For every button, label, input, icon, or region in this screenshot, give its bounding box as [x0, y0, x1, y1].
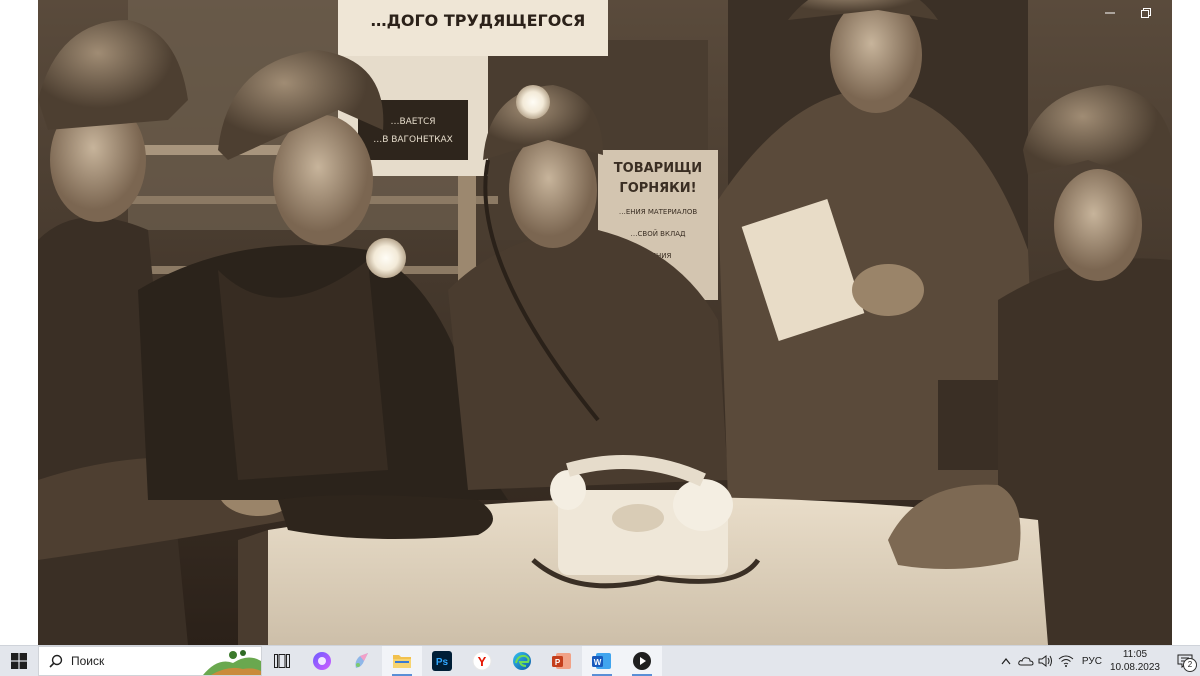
powerpoint-icon: P [552, 653, 571, 669]
taskbar: Поиск Ps Y P W РУС 11:05 10.08.2023 2 [0, 645, 1200, 676]
restore-icon [1141, 8, 1151, 18]
taskbar-app-yandex-browser[interactable]: Y [462, 646, 502, 676]
taskbar-clock[interactable]: 11:05 10.08.2023 [1110, 648, 1160, 674]
taskbar-app-edge[interactable] [502, 646, 542, 676]
search-icon [49, 654, 63, 668]
poster-line-2: ГОРНЯКИ! [619, 181, 696, 196]
clock-time: 11:05 [1122, 649, 1148, 660]
svg-text:P: P [555, 658, 561, 667]
window-controls [1092, 0, 1200, 26]
sepia-photo-miners[interactable]: …ДОГО ТРУДЯЩЕГОСЯ …ВАЕТСЯ …В ВАГОНЕТКАХ … [38, 0, 1172, 645]
minimize-button[interactable] [1092, 0, 1128, 26]
sign-text: …ДОГО ТРУДЯЩЕГОСЯ [371, 11, 586, 30]
cloud-network-icon [1018, 657, 1034, 666]
taskbar-app-media-player[interactable] [622, 646, 662, 676]
taskbar-app-alice[interactable] [302, 646, 342, 676]
photoshop-icon: Ps [432, 651, 452, 671]
clock-date: 10.08.2023 [1109, 662, 1160, 673]
maximize-button[interactable] [1128, 0, 1164, 26]
poster-small-1: …ЕНИЯ МАТЕРИАЛОВ [619, 208, 698, 216]
close-icon [1177, 8, 1187, 18]
chevron-up-icon [1001, 658, 1011, 665]
tray-wifi-button[interactable] [1056, 646, 1076, 676]
start-button[interactable] [0, 646, 38, 676]
media-player-icon [633, 652, 651, 670]
search-highlight-illustration [203, 650, 261, 675]
word-icon: W [592, 653, 611, 669]
notification-count-badge: 2 [1183, 658, 1197, 672]
taskbar-app-explorer[interactable] [382, 646, 422, 676]
paint-3d-icon [355, 653, 368, 668]
yandex-browser-icon: Y [472, 651, 492, 671]
windows-logo-icon [11, 653, 27, 669]
poster-small-2: …СВОЙ ВКЛАД [631, 229, 686, 238]
notification-center-button[interactable]: 2 [1170, 646, 1200, 676]
taskbar-app-photoshop[interactable]: Ps [422, 646, 462, 676]
glove-left [278, 495, 493, 539]
svg-text:Ps: Ps [436, 657, 449, 668]
tray-volume-button[interactable] [1036, 646, 1056, 676]
board-line-2: …В ВАГОНЕТКАХ [373, 135, 453, 145]
tray-onedrive-button[interactable] [1016, 646, 1036, 676]
taskbar-app-word[interactable]: W [582, 646, 622, 676]
search-placeholder: Поиск [71, 654, 105, 668]
poster-line-1: ТОВАРИЩИ [614, 161, 702, 176]
task-view-button[interactable] [262, 646, 302, 676]
close-button[interactable] [1164, 0, 1200, 26]
svg-text:Y: Y [478, 654, 487, 669]
taskbar-search-box[interactable]: Поиск [38, 646, 262, 676]
edge-icon [513, 652, 531, 670]
wifi-icon [1058, 655, 1074, 667]
board-line-1: …ВАЕТСЯ [390, 117, 435, 127]
minimize-icon [1105, 12, 1115, 14]
taskbar-app-powerpoint[interactable]: P [542, 646, 582, 676]
photo-viewer-window: …ДОГО ТРУДЯЩЕГОСЯ …ВАЕТСЯ …В ВАГОНЕТКАХ … [0, 0, 1200, 645]
speaker-icon [1038, 655, 1052, 667]
system-tray: РУС 11:05 10.08.2023 2 [996, 646, 1200, 676]
folder-icon [393, 655, 411, 668]
task-view-icon [274, 654, 290, 668]
taskbar-app-paint3d[interactable] [342, 646, 382, 676]
language-indicator[interactable]: РУС [1082, 656, 1102, 667]
show-hidden-icons-button[interactable] [996, 646, 1016, 676]
yandex-alice-icon [313, 652, 331, 670]
svg-text:W: W [594, 658, 602, 667]
